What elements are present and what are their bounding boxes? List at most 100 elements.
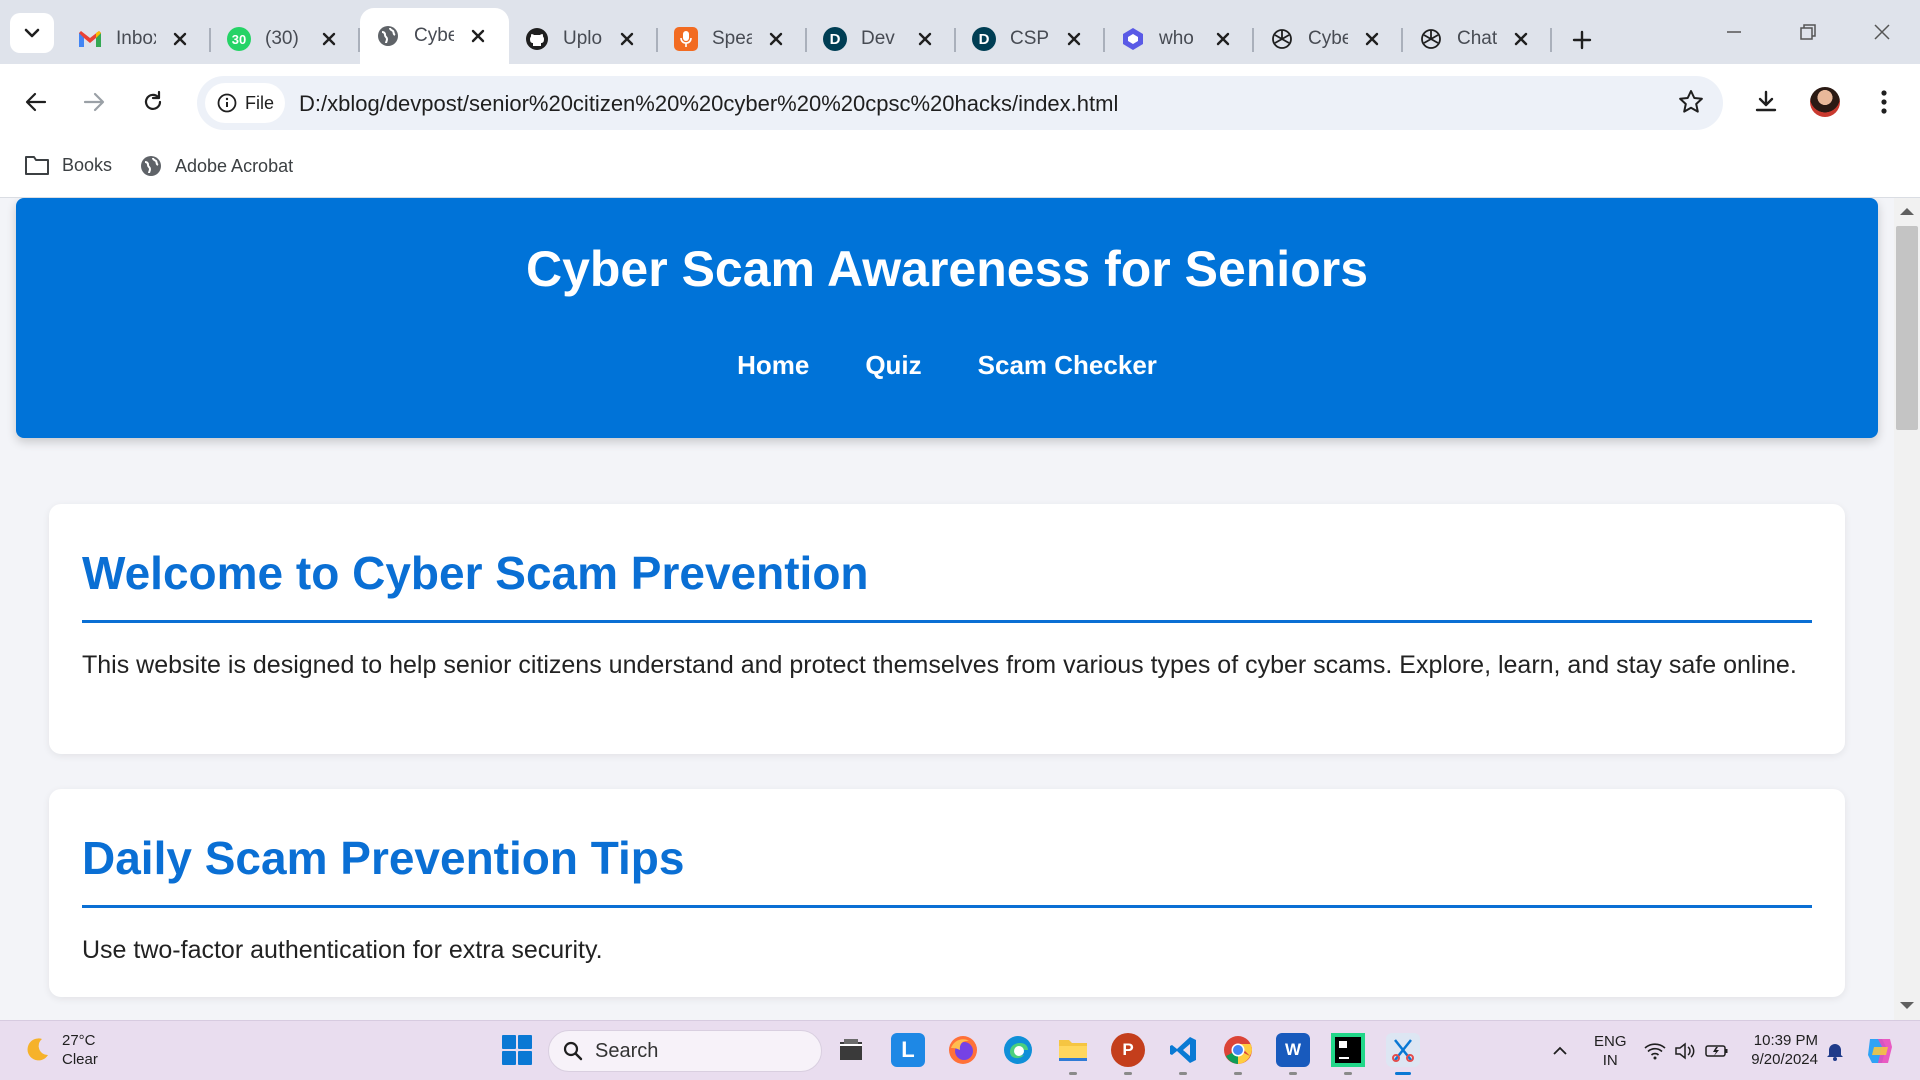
weather-desc: Clear [62,1051,98,1068]
nav-quiz-link[interactable]: Quiz [865,350,921,381]
new-tab-button[interactable] [1562,20,1602,60]
minimize-button[interactable] [1696,0,1772,64]
copilot-icon[interactable] [1864,1021,1896,1080]
section-text: Use two-factor authentication for extra … [82,936,603,964]
system-clock[interactable]: 10:39 PM 9/20/2024 [1744,1031,1818,1069]
site-info-chip[interactable]: File [205,83,285,123]
restore-button[interactable] [1770,0,1846,64]
close-icon[interactable] [1511,29,1531,49]
section-text: This website is designed to help senior … [82,651,1797,679]
close-icon[interactable] [1362,29,1382,49]
plus-icon [1572,30,1592,50]
snipping-tool-icon[interactable] [1386,1033,1420,1067]
close-icon[interactable] [170,29,190,49]
bookmark-star-button[interactable] [1677,88,1705,121]
site-title: Cyber Scam Awareness for Seniors [525,241,1369,297]
forward-button[interactable] [72,80,116,124]
battery-icon[interactable] [1705,1021,1729,1080]
scrollbar-thumb[interactable] [1896,226,1918,430]
weather-temp: 27°C [62,1032,96,1049]
tab-title: who [1159,28,1194,49]
volume-icon[interactable] [1674,1021,1696,1080]
url-text[interactable]: D:/xblog/devpost/senior%20citizen%20%20c… [299,91,1118,117]
clock-date: 9/20/2024 [1751,1051,1818,1068]
tab-title: Cyber [1308,28,1348,49]
chrome-icon[interactable] [1221,1033,1255,1067]
globe-icon [141,156,161,176]
devpost-icon: D [972,27,996,51]
close-icon[interactable] [468,26,488,46]
tab-speak[interactable]: Speak [658,14,807,64]
tab-chatgpt[interactable]: Chat [1403,14,1552,64]
windows-logo-icon [502,1035,516,1049]
tab-cspc[interactable]: D CSPC [956,14,1105,64]
microphone-icon [674,27,698,51]
back-button[interactable] [14,80,58,124]
tab-inbox[interactable]: Inbox [62,14,211,64]
folder-icon [25,156,49,175]
tab-chatgpt-cyber[interactable]: Cyber [1254,14,1403,64]
language-indicator[interactable]: ENG IN [1594,1021,1627,1080]
reload-button[interactable] [131,80,175,124]
tab-title: Cyber [414,25,454,46]
bookmark-label: Books [62,154,113,175]
avatar [1810,87,1840,117]
taskbar: 27°C Clear Search L P W ENG IN 10:39 PM … [0,1020,1920,1080]
taskbar-search[interactable]: Search [548,1030,822,1072]
address-bar[interactable]: File D:/xblog/devpost/senior%20citizen%2… [197,76,1723,130]
pycharm-icon[interactable] [1331,1033,1365,1067]
menu-button[interactable] [1862,80,1906,124]
close-icon[interactable] [1213,29,1233,49]
powerpoint-icon[interactable]: P [1111,1033,1145,1067]
tab-devpost[interactable]: D Dev [807,14,956,64]
close-icon[interactable] [766,29,786,49]
tab-separator [1550,28,1552,52]
nav-home-link[interactable]: Home [737,350,809,381]
profile-button[interactable] [1803,80,1847,124]
tab-title: Inbox [116,28,156,49]
tab-cyber-active[interactable]: Cyber [360,8,509,64]
bookmark-adobe-acrobat[interactable]: Adobe Acrobat [139,154,293,178]
tab-copilot[interactable]: who [1105,14,1254,64]
minimize-icon [1727,31,1741,33]
tab-whatsapp[interactable]: 30 (30) [211,14,360,64]
address-chip-label: File [245,92,275,113]
active-indicator [1395,1072,1411,1075]
word-icon[interactable]: W [1276,1033,1310,1067]
tab-strip: Inbox 30 (30) Cyber Upload [0,0,1920,64]
restore-icon [1800,24,1816,40]
close-icon [1874,24,1890,40]
vscode-icon[interactable] [1166,1033,1200,1067]
show-hidden-icons-button[interactable] [1552,1021,1568,1080]
arrow-right-icon [83,92,105,112]
edge-icon[interactable] [1001,1033,1035,1067]
weather-widget[interactable]: 27°C Clear [22,1031,98,1069]
close-icon[interactable] [915,29,935,49]
close-icon[interactable] [1064,29,1084,49]
copilot-icon [1121,27,1145,51]
downloads-button[interactable] [1744,80,1788,124]
l-app-icon[interactable]: L [891,1033,925,1067]
close-icon[interactable] [617,29,637,49]
bookmark-books[interactable]: Books [24,154,112,176]
notification-bell-icon[interactable] [1826,1021,1844,1080]
scroll-down-arrow-icon[interactable] [1900,1002,1914,1009]
tab-github-upload[interactable]: Upload [509,14,658,64]
scroll-up-arrow-icon[interactable] [1900,208,1914,215]
file-explorer-icon[interactable] [834,1033,868,1067]
running-indicator [1289,1072,1297,1075]
tab-title: Upload [563,28,603,49]
folder-icon[interactable] [1056,1033,1090,1067]
firefox-icon[interactable] [946,1033,980,1067]
section-divider [82,620,1812,623]
close-window-button[interactable] [1844,0,1920,64]
tips-section: Daily Scam Prevention Tips Use two-facto… [49,789,1845,997]
tab-search-button[interactable] [10,13,54,53]
search-label: Search [595,1039,659,1062]
start-button[interactable] [502,1035,532,1065]
wifi-icon[interactable] [1644,1021,1666,1080]
chevron-down-icon [24,28,40,38]
nav-scam-checker-link[interactable]: Scam Checker [978,350,1157,381]
close-icon[interactable] [319,29,339,49]
running-indicator [1234,1072,1242,1075]
